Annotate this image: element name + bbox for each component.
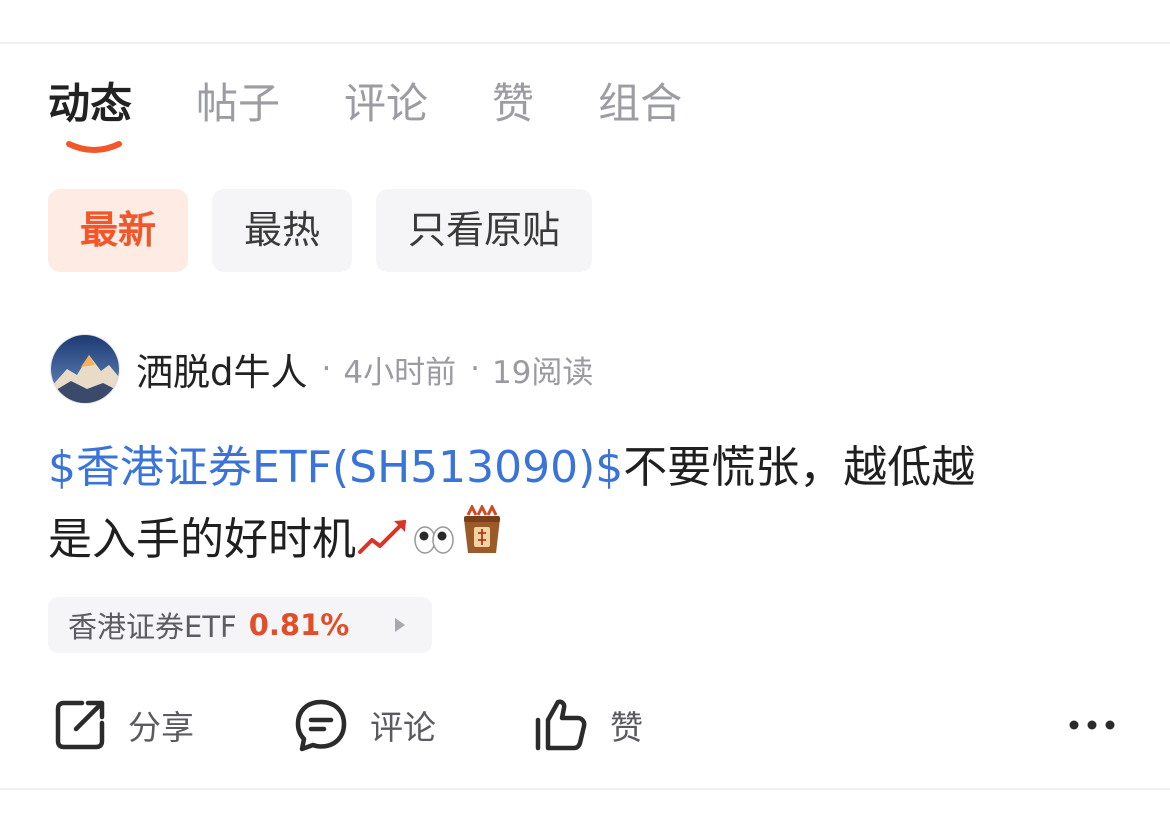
stock-change: 0.81% bbox=[248, 608, 350, 642]
post-text-line2: 是入手的好时机 bbox=[48, 514, 356, 565]
share-icon bbox=[55, 700, 105, 750]
meta-separator: · bbox=[470, 351, 480, 387]
thumbs-up-icon bbox=[535, 699, 587, 751]
more-options-icon[interactable] bbox=[1066, 710, 1118, 740]
comment-label: 评论 bbox=[370, 708, 436, 747]
sort-filters: 最新 最热 只看原贴 bbox=[48, 189, 616, 272]
tab-portfolio[interactable]: 组合 bbox=[598, 72, 682, 136]
top-divider bbox=[0, 42, 1170, 44]
tab-dynamics[interactable]: 动态 bbox=[48, 72, 132, 136]
stock-name: 香港证券ETF bbox=[68, 610, 237, 644]
post-header: 洒脱d牛人 · 4小时前 · 19阅读 bbox=[50, 334, 593, 404]
tab-comments[interactable]: 评论 bbox=[344, 72, 428, 136]
caret-right-icon bbox=[395, 618, 405, 632]
post-content[interactable]: $香港证券ETF(SH513090)$不要慌张，越低越 是入手的好时机 bbox=[48, 432, 1128, 579]
tab-posts[interactable]: 帖子 bbox=[196, 72, 280, 136]
post-time: 4小时前 bbox=[343, 354, 457, 391]
active-tab-indicator bbox=[66, 141, 122, 153]
avatar[interactable] bbox=[50, 334, 120, 404]
post-actions: 分享 评论 赞 bbox=[0, 690, 1170, 760]
filter-original-only[interactable]: 只看原贴 bbox=[376, 189, 593, 272]
tab-likes[interactable]: 赞 bbox=[492, 72, 534, 136]
like-button[interactable]: 赞 bbox=[532, 690, 643, 760]
comment-bubble-icon bbox=[295, 699, 347, 752]
share-label: 分享 bbox=[128, 708, 194, 747]
stock-link[interactable]: $香港证券ETF(SH513090)$ bbox=[48, 442, 623, 493]
fortune-stick-icon bbox=[458, 503, 506, 579]
meta-separator: · bbox=[321, 351, 332, 387]
eyes-icon bbox=[412, 506, 456, 578]
chart-increasing-icon bbox=[358, 506, 410, 578]
stock-quote-chip[interactable]: 香港证券ETF 0.81% bbox=[48, 597, 432, 653]
filter-latest[interactable]: 最新 bbox=[48, 189, 189, 272]
like-label: 赞 bbox=[610, 708, 643, 747]
read-count: 19阅读 bbox=[491, 354, 594, 391]
share-button[interactable]: 分享 bbox=[52, 690, 194, 760]
comment-button[interactable]: 评论 bbox=[292, 690, 436, 760]
author-name[interactable]: 洒脱d牛人 bbox=[136, 342, 308, 396]
profile-tabs: 动态 帖子 评论 赞 组合 bbox=[48, 72, 746, 136]
post-text-line1: 不要慌张，越低越 bbox=[623, 442, 976, 493]
bottom-divider bbox=[0, 788, 1170, 790]
filter-hottest[interactable]: 最热 bbox=[212, 189, 353, 272]
